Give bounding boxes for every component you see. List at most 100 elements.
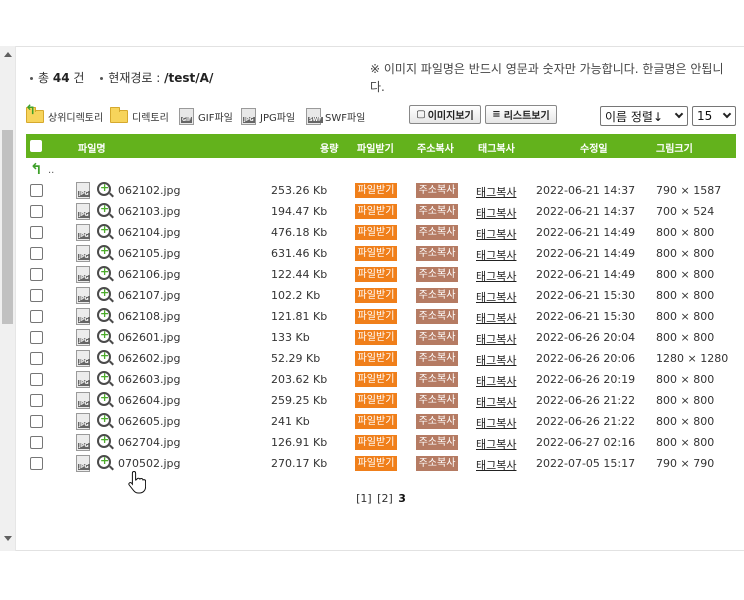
zoom-in-icon[interactable] [97,370,111,385]
col-name[interactable]: 파일명 [78,140,106,155]
file-name[interactable]: 062103.jpg [118,205,181,218]
file-name[interactable]: 062104.jpg [118,226,181,239]
scroll-down-arrow-icon[interactable] [4,536,12,541]
zoom-in-icon[interactable] [97,349,111,364]
zoom-in-icon[interactable] [97,181,111,196]
jpg-filter[interactable]: JPG JPG파일 [241,105,295,127]
download-button[interactable]: 파일받기 [355,288,397,303]
download-button[interactable]: 파일받기 [355,456,397,471]
zoom-in-icon[interactable] [97,433,111,448]
list-view-button[interactable]: ≡ 리스트보기 [485,105,557,124]
file-name[interactable]: 062602.jpg [118,352,181,365]
zoom-in-icon[interactable] [97,391,111,406]
directory-filter[interactable]: 디렉토리 [110,105,169,127]
file-name[interactable]: 062603.jpg [118,373,181,386]
zoom-in-icon[interactable] [97,454,111,469]
vertical-scrollbar[interactable] [0,46,16,551]
download-button[interactable]: 파일받기 [355,225,397,240]
copy-tag-link[interactable]: 태그복사 [476,226,516,242]
copy-address-button[interactable]: 주소복사 [416,288,458,303]
copy-tag-link[interactable]: 태그복사 [476,352,516,368]
file-name[interactable]: 062102.jpg [118,184,181,197]
page-link-2[interactable]: [2] [377,492,393,505]
copy-address-button[interactable]: 주소복사 [416,435,458,450]
row-checkbox[interactable] [30,247,43,260]
zoom-in-icon[interactable] [97,223,111,238]
copy-address-button[interactable]: 주소복사 [416,309,458,324]
file-name[interactable]: 062604.jpg [118,394,181,407]
download-button[interactable]: 파일받기 [355,246,397,261]
download-button[interactable]: 파일받기 [355,330,397,345]
parent-directory-link[interactable]: ↰ 상위디렉토리 [25,104,103,127]
copy-address-button[interactable]: 주소복사 [416,456,458,471]
col-size[interactable]: 용량 [320,140,338,155]
row-checkbox[interactable] [30,205,43,218]
download-button[interactable]: 파일받기 [355,372,397,387]
row-checkbox[interactable] [30,373,43,386]
copy-tag-link[interactable]: 태그복사 [476,436,516,452]
download-button[interactable]: 파일받기 [355,183,397,198]
copy-tag-link[interactable]: 태그복사 [476,394,516,410]
download-button[interactable]: 파일받기 [355,435,397,450]
col-modified[interactable]: 수정일 [580,140,608,155]
copy-address-button[interactable]: 주소복사 [416,330,458,345]
download-button[interactable]: 파일받기 [355,351,397,366]
file-name[interactable]: 062106.jpg [118,268,181,281]
select-all-checkbox[interactable] [30,140,42,152]
download-button[interactable]: 파일받기 [355,414,397,429]
file-name[interactable]: 062601.jpg [118,331,181,344]
zoom-in-icon[interactable] [97,307,111,322]
copy-tag-link[interactable]: 태그복사 [476,268,516,284]
download-button[interactable]: 파일받기 [355,393,397,408]
zoom-in-icon[interactable] [97,286,111,301]
download-button[interactable]: 파일받기 [355,267,397,282]
sort-select[interactable]: 이름 정렬↓ [600,106,688,126]
zoom-in-icon[interactable] [97,328,111,343]
scroll-up-arrow-icon[interactable] [4,52,12,57]
scroll-thumb[interactable] [2,130,13,324]
copy-tag-link[interactable]: 태그복사 [476,457,516,473]
copy-address-button[interactable]: 주소복사 [416,246,458,261]
zoom-in-icon[interactable] [97,202,111,217]
file-name[interactable]: 070502.jpg [118,457,181,470]
file-name[interactable]: 062704.jpg [118,436,181,449]
row-checkbox[interactable] [30,331,43,344]
copy-address-button[interactable]: 주소복사 [416,351,458,366]
download-button[interactable]: 파일받기 [355,309,397,324]
row-checkbox[interactable] [30,436,43,449]
download-button[interactable]: 파일받기 [355,204,397,219]
gif-filter[interactable]: GIF GIF파일 [179,105,233,127]
copy-tag-link[interactable]: 태그복사 [476,247,516,263]
file-name[interactable]: 062605.jpg [118,415,181,428]
copy-tag-link[interactable]: 태그복사 [476,289,516,305]
copy-tag-link[interactable]: 태그복사 [476,331,516,347]
copy-tag-link[interactable]: 태그복사 [476,184,516,200]
row-checkbox[interactable] [30,415,43,428]
zoom-in-icon[interactable] [97,412,111,427]
copy-address-button[interactable]: 주소복사 [416,267,458,282]
copy-tag-link[interactable]: 태그복사 [476,415,516,431]
swf-filter[interactable]: SWF SWF파일 [306,105,365,127]
copy-tag-link[interactable]: 태그복사 [476,205,516,221]
zoom-in-icon[interactable] [97,265,111,280]
zoom-in-icon[interactable] [97,244,111,259]
file-name[interactable]: 062107.jpg [118,289,181,302]
copy-address-button[interactable]: 주소복사 [416,225,458,240]
row-checkbox[interactable] [30,268,43,281]
row-checkbox[interactable] [30,394,43,407]
copy-address-button[interactable]: 주소복사 [416,372,458,387]
copy-address-button[interactable]: 주소복사 [416,204,458,219]
copy-address-button[interactable]: 주소복사 [416,183,458,198]
image-view-button[interactable]: ▢ 이미지보기 [409,105,481,124]
file-name[interactable]: 062105.jpg [118,247,181,260]
row-checkbox[interactable] [30,226,43,239]
page-link-1[interactable]: [1] [356,492,372,505]
per-page-select[interactable]: 15 [692,106,736,126]
row-checkbox[interactable] [30,184,43,197]
file-name[interactable]: 062108.jpg [118,310,181,323]
parent-directory-row[interactable]: ↰ .. [26,158,736,180]
copy-address-button[interactable]: 주소복사 [416,414,458,429]
row-checkbox[interactable] [30,310,43,323]
copy-tag-link[interactable]: 태그복사 [476,310,516,326]
copy-tag-link[interactable]: 태그복사 [476,373,516,389]
